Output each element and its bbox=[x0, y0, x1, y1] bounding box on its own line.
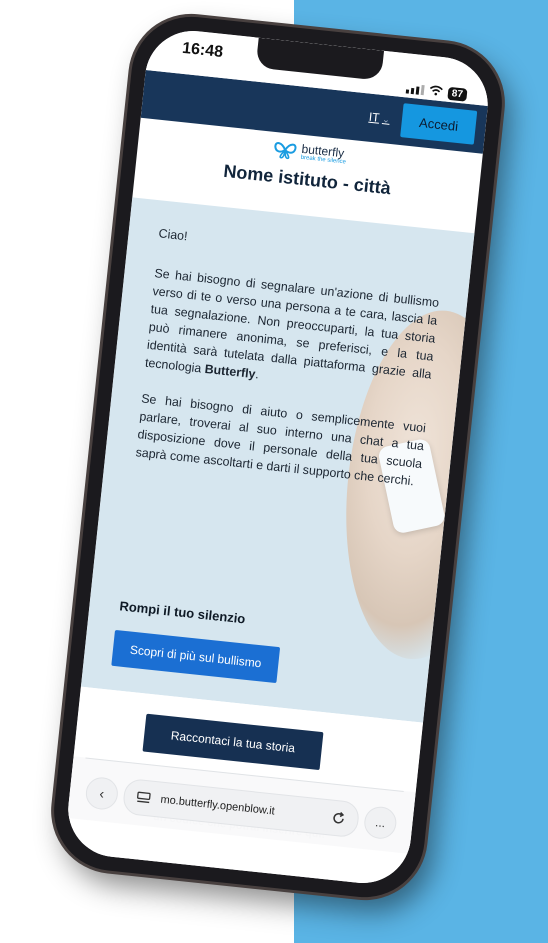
greeting: Ciao! bbox=[157, 226, 189, 244]
login-button[interactable]: Accedi bbox=[400, 103, 478, 145]
hero-content: Ciao! Se hai bisogno di segnalare un'azi… bbox=[80, 197, 475, 723]
brand-mention: Butterfly bbox=[204, 361, 257, 382]
language-selector[interactable]: IT ⌄ bbox=[368, 110, 391, 126]
battery-indicator: 87 bbox=[447, 86, 468, 102]
butterfly-logo-icon bbox=[274, 142, 297, 160]
tabs-icon[interactable] bbox=[136, 791, 151, 804]
report-paragraph-end: . bbox=[254, 367, 260, 382]
wifi-icon bbox=[428, 84, 443, 99]
back-button[interactable]: ‹ bbox=[84, 775, 120, 812]
intro-text: Ciao! Se hai bisogno di segnalare un'azi… bbox=[133, 224, 444, 508]
signal-icon bbox=[405, 83, 425, 96]
tell-story-button[interactable]: Raccontaci la tua storia bbox=[142, 713, 324, 771]
chevron-down-icon: ⌄ bbox=[381, 114, 391, 125]
report-paragraph: Se hai bisogno di segnalare un'azione di… bbox=[144, 264, 440, 401]
support-paragraph: Se hai bisogno di aiuto o semplicemente … bbox=[135, 391, 427, 489]
more-options-button[interactable]: ... bbox=[362, 805, 398, 841]
url-text: mo.butterfly.openblow.it bbox=[159, 793, 276, 818]
learn-bullying-button[interactable]: Scopri di più sul bullismo bbox=[111, 629, 281, 684]
section-subheading: Rompi il tuo silenzio bbox=[118, 598, 247, 627]
report-paragraph-text: Se hai bisogno di segnalare un'azione di… bbox=[144, 266, 440, 382]
chevron-left-icon: ‹ bbox=[98, 785, 106, 802]
reload-icon[interactable] bbox=[331, 811, 346, 826]
status-time: 16:48 bbox=[181, 39, 224, 61]
more-icon: ... bbox=[374, 815, 387, 831]
language-label: IT bbox=[368, 109, 381, 125]
